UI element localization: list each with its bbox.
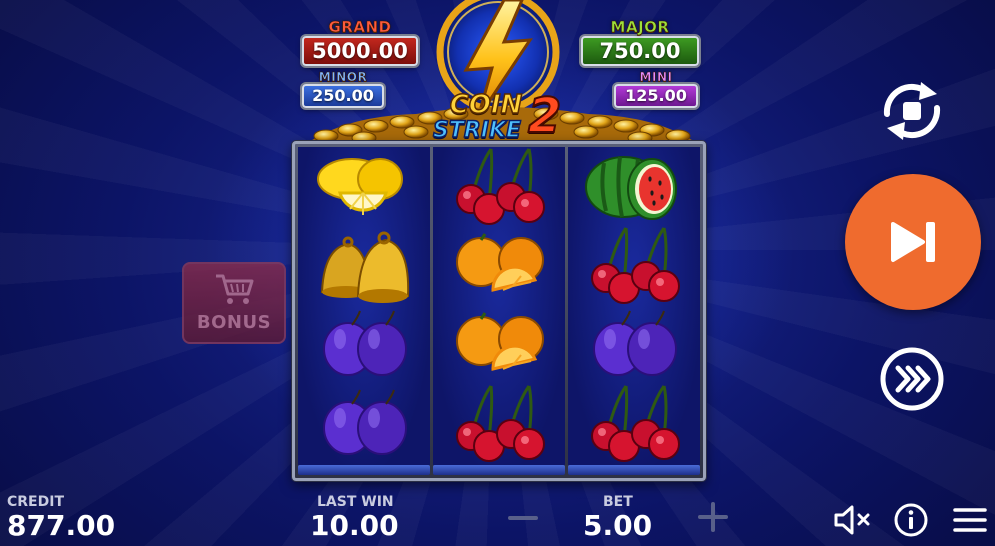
logo-number: 2	[527, 87, 562, 145]
plum-icon	[323, 310, 407, 376]
reel-3-bar	[568, 465, 700, 475]
jackpot-grand-value: 5000.00	[302, 36, 418, 66]
info-button[interactable]	[891, 502, 931, 538]
plum-icon	[323, 389, 407, 455]
jackpot-major-label: MAJOR	[610, 18, 670, 37]
jackpot-grand-label: GRAND	[328, 18, 392, 37]
bonus-button[interactable]: BONUS	[182, 262, 286, 344]
bet-label: BET	[603, 494, 633, 510]
jackpot-grand: GRAND 5000.00	[300, 18, 420, 66]
turbo-button[interactable]	[879, 346, 945, 412]
reel-1	[298, 147, 430, 465]
plum-icon	[593, 310, 677, 376]
cherry-icon	[591, 227, 680, 304]
cherry-icon	[591, 385, 680, 462]
autoplay-button[interactable]	[875, 80, 949, 142]
orange-symbol	[433, 226, 565, 305]
bet-increase-button[interactable]	[696, 500, 730, 534]
watermelon-icon	[585, 156, 677, 220]
last-win-label: LAST WIN	[317, 494, 394, 510]
lemon-icon	[317, 158, 403, 215]
logo-strike-text: STRIKE	[432, 117, 522, 144]
bet-value: 5.00	[583, 509, 653, 542]
logo-coin-text: COIN	[449, 89, 523, 121]
orange-icon	[456, 233, 544, 292]
jackpot-major-value: 750.00	[581, 36, 699, 66]
shopping-cart-icon	[216, 274, 254, 304]
bonus-label: BONUS	[196, 312, 272, 333]
last-win-value: 10.00	[310, 509, 399, 542]
jackpot-major: MAJOR 750.00	[578, 18, 702, 66]
bell-icon	[320, 231, 410, 303]
fast-forward-icon	[895, 365, 931, 393]
cherry-icon	[456, 385, 545, 462]
jackpot-minor-label: MINOR	[318, 70, 368, 85]
hamburger-menu-icon	[953, 508, 987, 532]
credit-value: 877.00	[7, 509, 116, 542]
plum-symbol	[298, 384, 430, 463]
reel-1-bar	[298, 465, 430, 475]
cherry-symbol	[433, 384, 565, 463]
info-icon	[894, 503, 928, 537]
menu-button[interactable]	[950, 502, 990, 538]
reel-frame	[292, 141, 706, 481]
cherry-symbol	[568, 226, 700, 305]
orange-symbol	[433, 305, 565, 384]
cherry-symbol	[568, 384, 700, 463]
skip-play-icon	[891, 222, 935, 262]
cherry-icon	[456, 148, 545, 225]
spin-button[interactable]	[845, 174, 981, 310]
credit-label: CREDIT	[7, 494, 64, 510]
reel-2-bar	[433, 465, 565, 475]
jackpot-mini-label: MINI	[639, 70, 673, 85]
sound-muted-icon	[834, 505, 870, 535]
lemon-symbol	[298, 147, 430, 226]
reel-3	[568, 147, 700, 465]
plum-symbol	[298, 305, 430, 384]
reel-2	[433, 147, 565, 465]
bell-symbol	[298, 226, 430, 305]
cherry-symbol	[433, 147, 565, 226]
plum-symbol	[568, 305, 700, 384]
orange-icon	[456, 312, 544, 371]
sound-button[interactable]	[832, 502, 872, 538]
bet-decrease-button[interactable]	[506, 504, 540, 532]
watermelon-symbol	[568, 147, 700, 226]
